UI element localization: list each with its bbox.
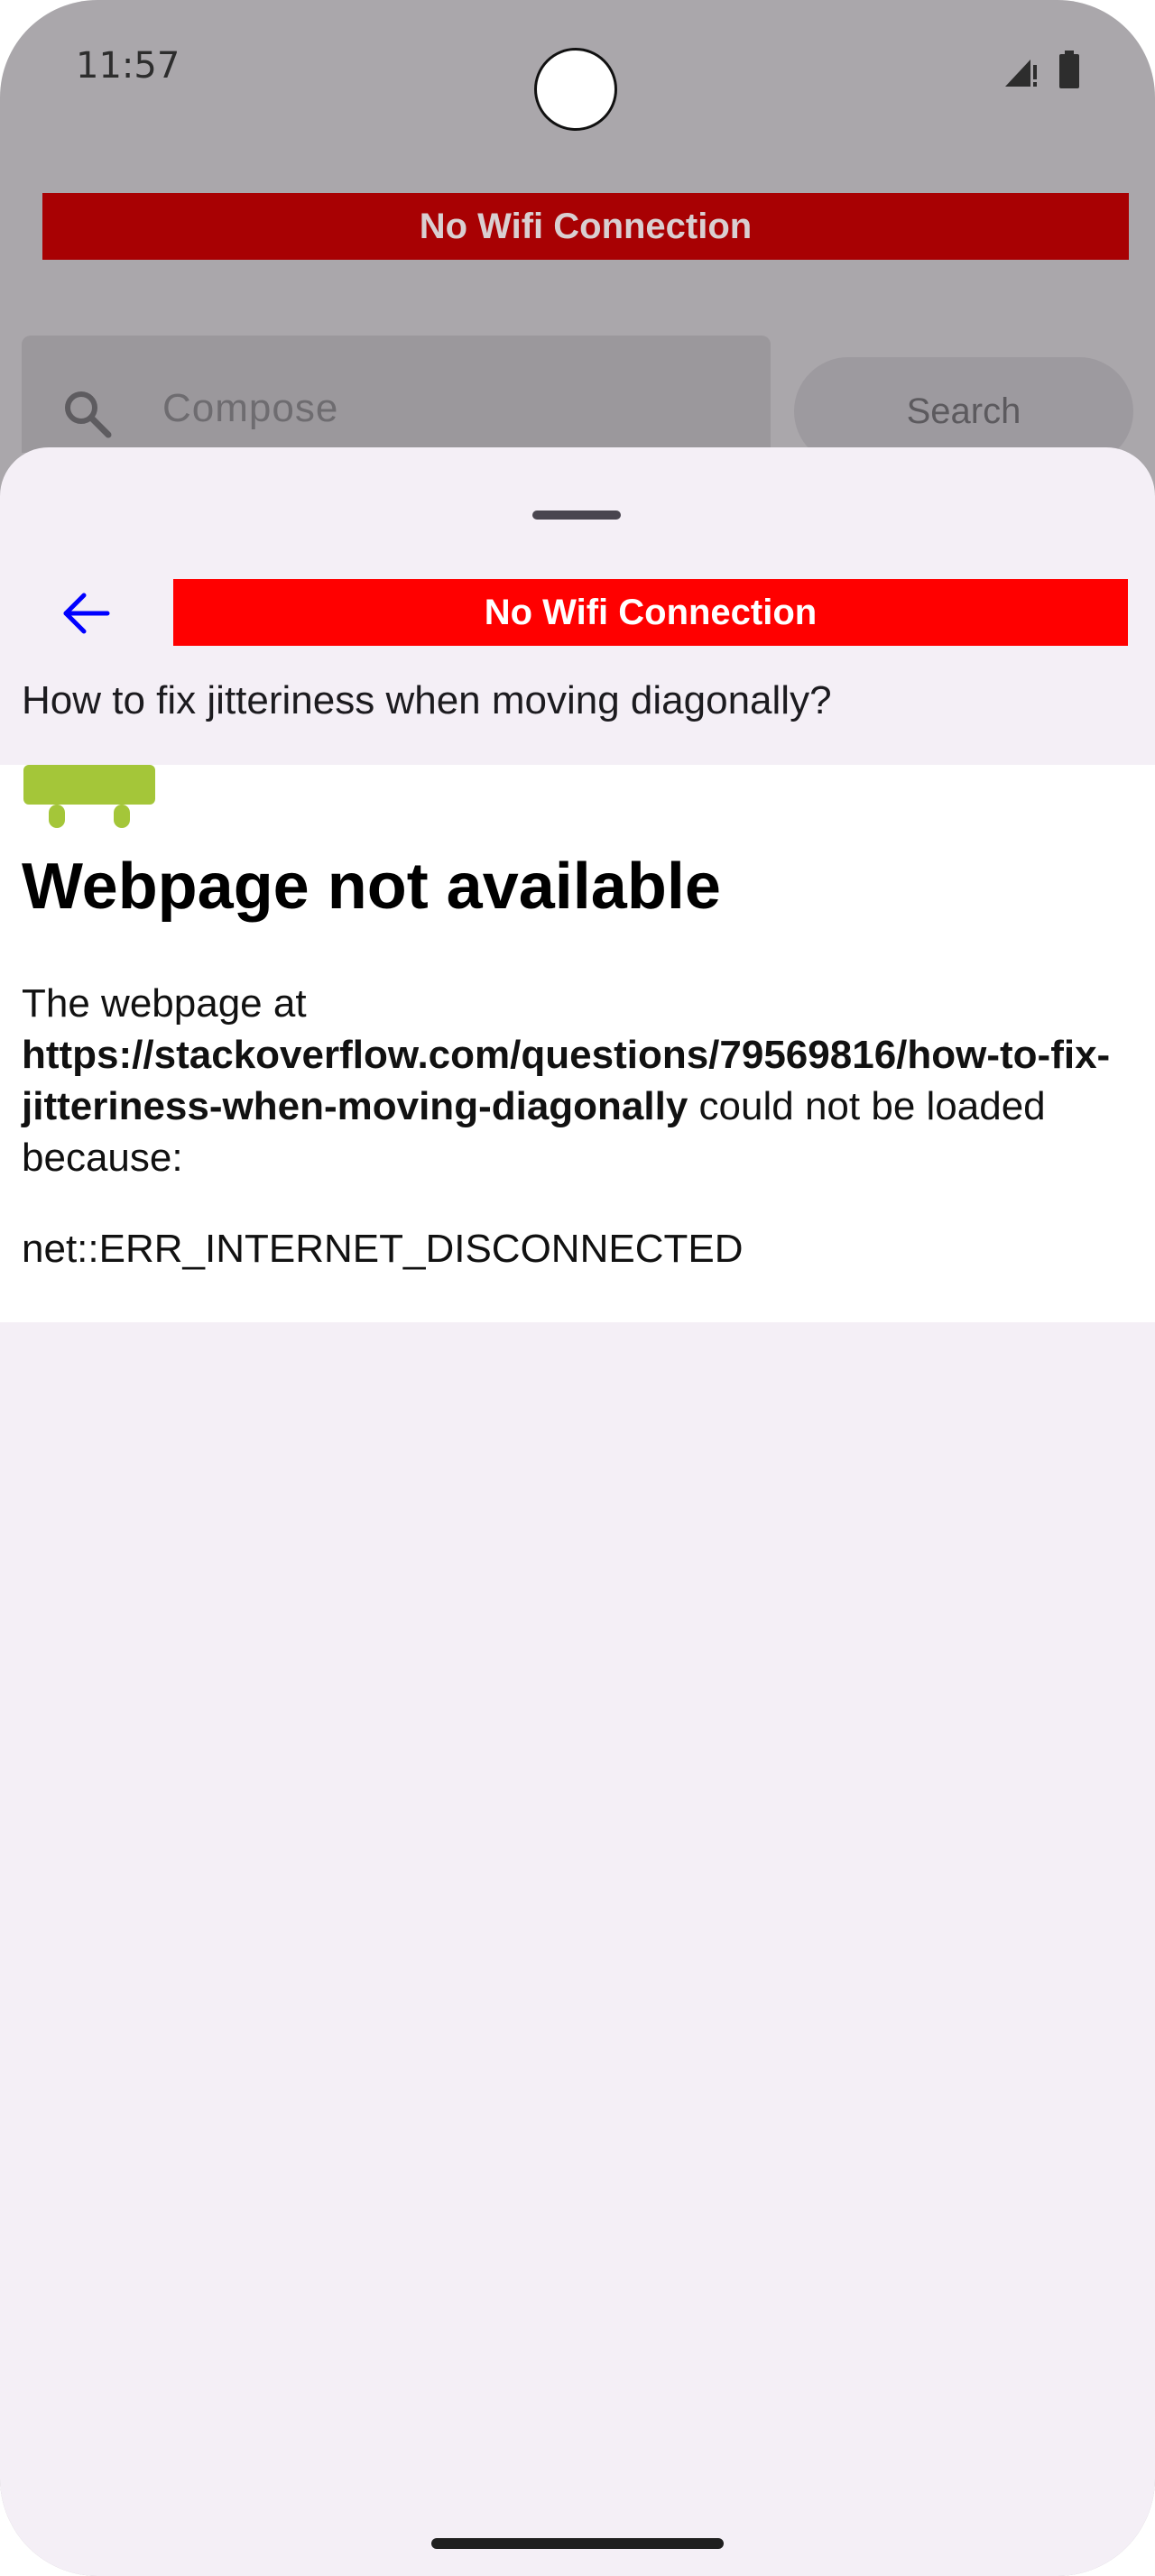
signal-icon <box>1005 60 1037 87</box>
device-frame: 11:57 No Wifi Connection Compose Search … <box>0 0 1155 2576</box>
battery-icon <box>1059 51 1079 88</box>
back-button[interactable] <box>47 577 125 649</box>
no-wifi-banner: No Wifi Connection <box>173 579 1128 646</box>
background-search-placeholder: Compose <box>162 386 339 430</box>
error-body-prefix: The webpage at <box>22 981 307 1026</box>
error-body: The webpage at https://stackoverflow.com/… <box>22 978 1137 1183</box>
android-icon <box>23 765 155 828</box>
webview[interactable]: Webpage not available The webpage at http… <box>0 765 1155 1322</box>
camera-cutout <box>534 48 617 131</box>
status-time: 11:57 <box>76 45 180 87</box>
error-code: net::ERR_INTERNET_DISCONNECTED <box>22 1227 744 1271</box>
back-arrow-icon <box>63 593 110 634</box>
background-no-wifi-banner: No Wifi Connection <box>42 193 1129 260</box>
page-title: How to fix jitteriness when moving diago… <box>22 678 832 722</box>
background-search-field <box>22 336 771 453</box>
sheet-drag-handle[interactable] <box>532 511 621 520</box>
error-heading: Webpage not available <box>22 851 721 923</box>
status-bar: 11:57 <box>0 0 1155 135</box>
search-icon <box>65 391 112 438</box>
home-indicator[interactable] <box>431 2538 724 2549</box>
